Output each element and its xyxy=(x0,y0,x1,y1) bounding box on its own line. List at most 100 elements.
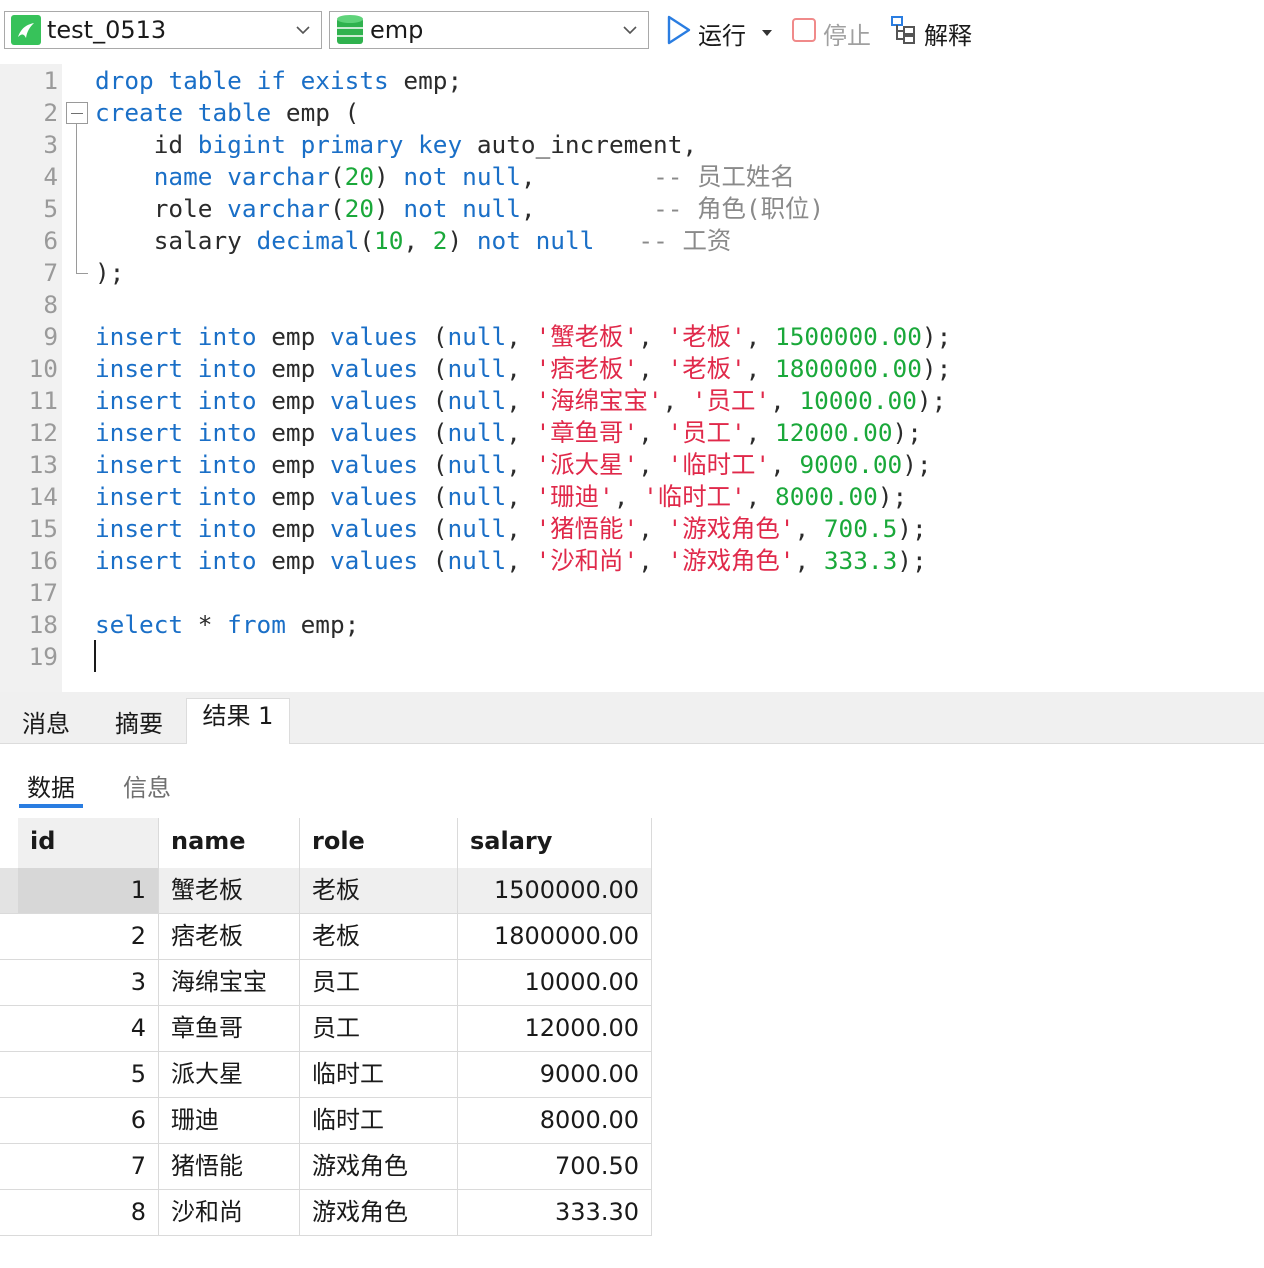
sql-text: , xyxy=(506,322,536,351)
cell-name[interactable]: 蟹老板 xyxy=(159,868,300,914)
row-selector[interactable] xyxy=(0,1006,18,1052)
sql-keyword: insert xyxy=(95,418,184,447)
line-number: 15 xyxy=(28,514,58,543)
cell-id[interactable]: 2 xyxy=(18,914,159,960)
table-row[interactable]: 5 派大星 临时工 9000.00 xyxy=(0,1052,652,1098)
row-selector[interactable] xyxy=(0,868,18,914)
sql-text: ) xyxy=(447,226,477,255)
sql-text: ( xyxy=(418,354,448,383)
table-row[interactable]: 8 沙和尚 游戏角色 333.30 xyxy=(0,1190,652,1236)
cell-role[interactable]: 老板 xyxy=(300,914,458,960)
cell-name[interactable]: 章鱼哥 xyxy=(159,1006,300,1052)
cell-name[interactable]: 海绵宝宝 xyxy=(159,960,300,1006)
column-header-role[interactable]: role xyxy=(300,818,458,868)
row-selector[interactable] xyxy=(0,1052,18,1098)
cell-id[interactable]: 1 xyxy=(18,868,159,914)
cell-role[interactable]: 临时工 xyxy=(300,1098,458,1144)
sql-keyword: key xyxy=(418,130,463,159)
sql-keyword: null xyxy=(447,546,507,575)
table-row[interactable]: 1 蟹老板 老板 1500000.00 xyxy=(0,868,652,914)
subtab-data[interactable]: 数据 xyxy=(27,768,75,803)
sql-text: , xyxy=(638,354,668,383)
cell-name[interactable]: 沙和尚 xyxy=(159,1190,300,1236)
column-header-name[interactable]: name xyxy=(159,818,300,868)
column-header-id[interactable]: id xyxy=(18,818,159,868)
cell-name[interactable]: 派大星 xyxy=(159,1052,300,1098)
code-text: insert into emp values (null, '猪悟能', '游戏… xyxy=(95,513,927,545)
stop-button[interactable]: 停止 xyxy=(791,14,871,52)
sql-keyword: values xyxy=(329,514,419,543)
sql-string: '临时工' xyxy=(643,482,746,511)
table-row[interactable]: 4 章鱼哥 员工 12000.00 xyxy=(0,1006,652,1052)
cell-salary[interactable]: 333.30 xyxy=(458,1190,652,1236)
cell-id[interactable]: 8 xyxy=(18,1190,159,1236)
cell-role[interactable]: 临时工 xyxy=(300,1052,458,1098)
sql-text: ( xyxy=(418,482,448,511)
cell-salary[interactable]: 8000.00 xyxy=(458,1098,652,1144)
table-row[interactable]: 6 珊迪 临时工 8000.00 xyxy=(0,1098,652,1144)
sql-text: , xyxy=(506,354,536,383)
code-text: insert into emp values (null, '章鱼哥', '员工… xyxy=(95,417,922,449)
cell-id[interactable]: 6 xyxy=(18,1098,159,1144)
tab-messages[interactable]: 消息 xyxy=(0,692,92,744)
cell-id[interactable]: 7 xyxy=(18,1144,159,1190)
cell-id[interactable]: 3 xyxy=(18,960,159,1006)
run-label: 运行 xyxy=(698,21,746,50)
table-row[interactable]: 2 痞老板 老板 1800000.00 xyxy=(0,914,652,960)
cell-name[interactable]: 猪悟能 xyxy=(159,1144,300,1190)
sql-keyword: insert xyxy=(95,482,184,511)
row-selector[interactable] xyxy=(0,960,18,1006)
sql-keyword: insert xyxy=(95,322,184,351)
cell-role[interactable]: 员工 xyxy=(300,1006,458,1052)
table-row[interactable]: 7 猪悟能 游戏角色 700.50 xyxy=(0,1144,652,1190)
cell-id[interactable]: 5 xyxy=(18,1052,159,1098)
text-cursor xyxy=(94,640,96,672)
cell-salary[interactable]: 700.50 xyxy=(458,1144,652,1190)
sql-text: , xyxy=(506,546,536,575)
cell-id[interactable]: 4 xyxy=(18,1006,159,1052)
sql-editor[interactable]: 1 drop table if exists emp; 2 create table … xyxy=(0,64,1264,692)
sql-text: ( xyxy=(418,546,448,575)
row-selector[interactable] xyxy=(0,1098,18,1144)
tab-summary[interactable]: 摘要 xyxy=(92,692,186,744)
sql-text: , xyxy=(403,226,433,255)
run-button[interactable]: 运行 xyxy=(666,14,746,52)
sql-string: '痞老板' xyxy=(535,354,639,383)
cell-role[interactable]: 游戏角色 xyxy=(300,1190,458,1236)
cell-salary[interactable]: 12000.00 xyxy=(458,1006,652,1052)
row-selector[interactable] xyxy=(0,914,18,960)
cell-salary[interactable]: 1800000.00 xyxy=(458,914,652,960)
play-icon xyxy=(666,15,692,51)
sql-string: '员工' xyxy=(691,386,771,415)
table-row[interactable]: 3 海绵宝宝 员工 10000.00 xyxy=(0,960,652,1006)
line-number: 7 xyxy=(43,258,58,287)
cell-salary[interactable]: 1500000.00 xyxy=(458,868,652,914)
row-selector[interactable] xyxy=(0,1144,18,1190)
cell-role[interactable]: 老板 xyxy=(300,868,458,914)
run-dropdown-button[interactable] xyxy=(760,14,774,52)
sql-text: ); xyxy=(892,418,922,447)
sql-comment: -- 工资 xyxy=(638,226,732,255)
cell-role[interactable]: 员工 xyxy=(300,960,458,1006)
explain-button[interactable]: 解释 xyxy=(890,14,972,52)
fold-toggle-icon[interactable] xyxy=(66,102,88,124)
connection-select[interactable]: test_0513 xyxy=(4,11,322,49)
sql-string: '临时工' xyxy=(667,450,771,479)
sql-number: 20 xyxy=(344,162,375,191)
cell-name[interactable]: 痞老板 xyxy=(159,914,300,960)
line-number: 9 xyxy=(43,322,58,351)
column-header-salary[interactable]: salary xyxy=(458,818,652,868)
sql-number: 20 xyxy=(344,194,375,223)
line-number: 14 xyxy=(28,482,58,511)
row-selector[interactable] xyxy=(0,1190,18,1236)
subtab-info[interactable]: 信息 xyxy=(123,768,171,803)
cell-salary[interactable]: 9000.00 xyxy=(458,1052,652,1098)
cell-salary[interactable]: 10000.00 xyxy=(458,960,652,1006)
sql-text: id xyxy=(95,130,198,159)
tab-result-1[interactable]: 结果 1 xyxy=(186,698,290,744)
database-select[interactable]: emp xyxy=(329,11,649,49)
cell-name[interactable]: 珊迪 xyxy=(159,1098,300,1144)
cell-role[interactable]: 游戏角色 xyxy=(300,1144,458,1190)
